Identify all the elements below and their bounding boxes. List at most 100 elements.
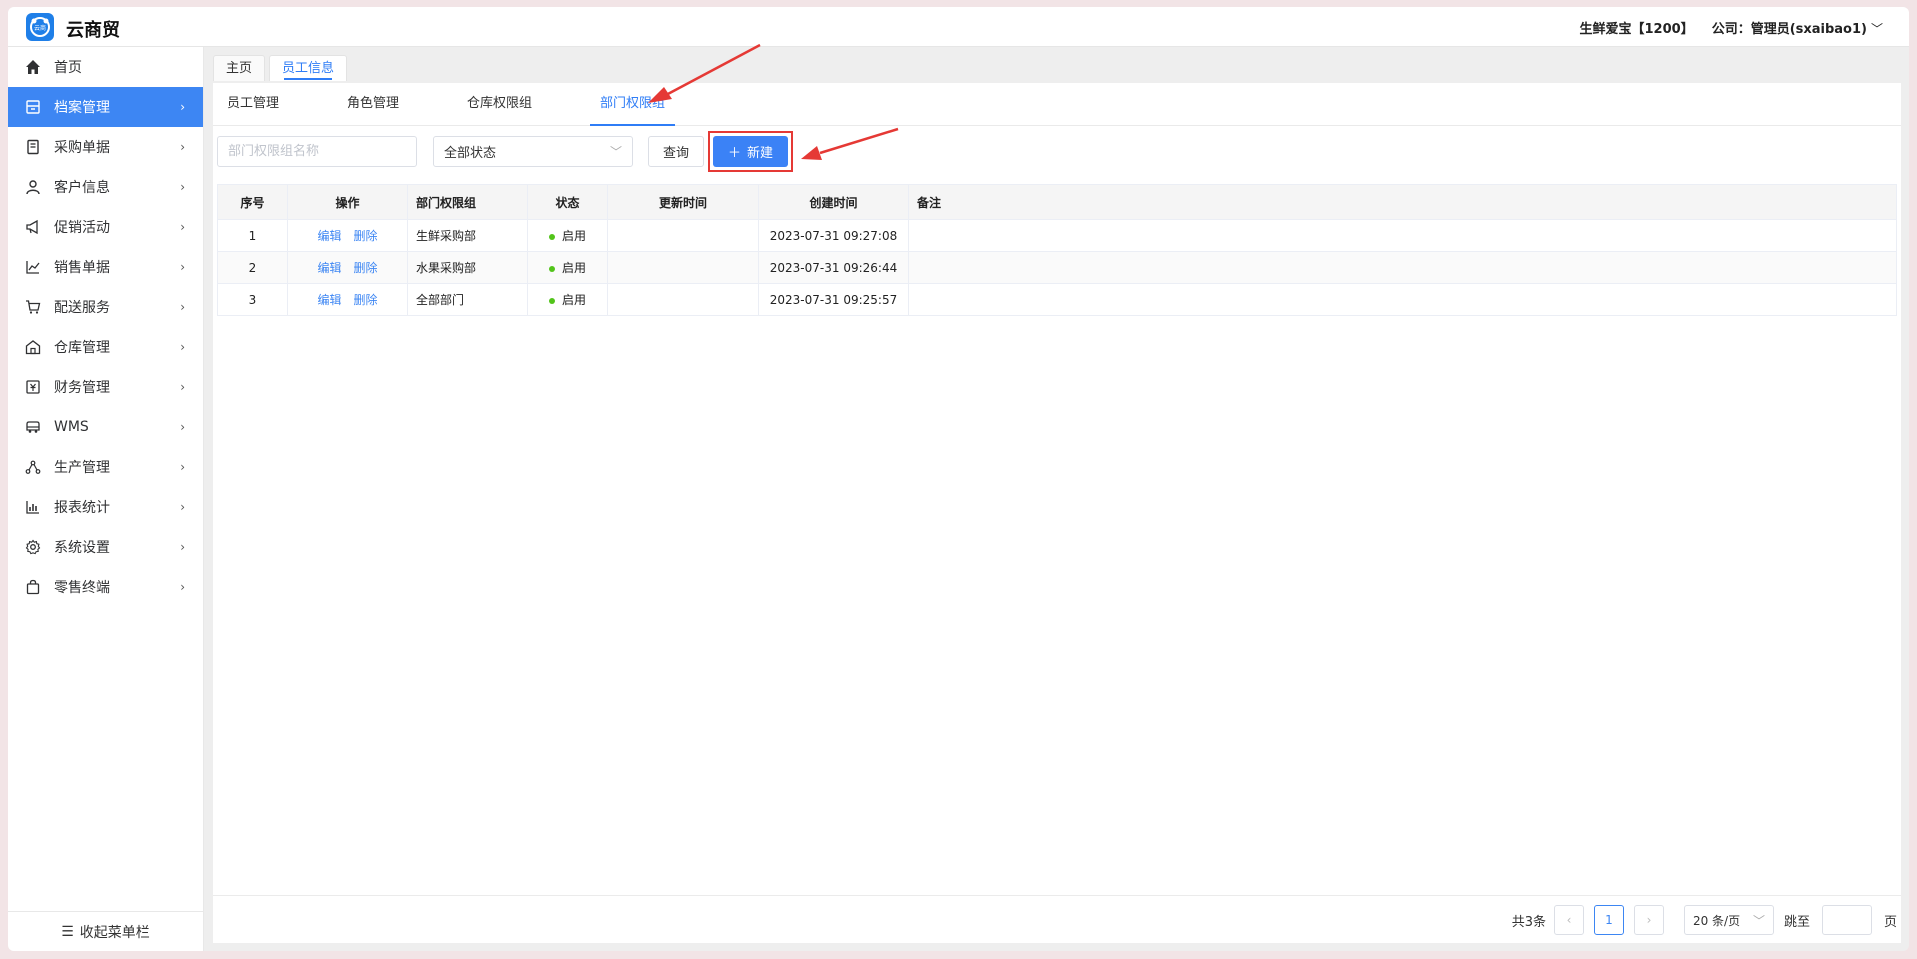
chevron-right-icon: › (180, 180, 185, 194)
collapse-menu-button[interactable]: ☰ 收起菜单栏 (8, 911, 203, 951)
sidebar-item[interactable]: 客户信息 › (8, 167, 203, 207)
chevron-right-icon: › (180, 500, 185, 514)
sidebar-item[interactable]: 仓库管理 › (8, 327, 203, 367)
column-header: 序号 (217, 184, 288, 220)
sidebar-item-label: 配送服务 (54, 300, 110, 316)
next-page-button[interactable]: › (1633, 905, 1664, 935)
company-user-label: 公司：管理员(sxaibao1) (1711, 22, 1867, 37)
note (908, 251, 1897, 284)
status-label: 启用 (561, 293, 586, 307)
row-actions: 编辑 删除 (287, 219, 408, 252)
pagination: 共3条 ‹ 1 › 20 条/页 ﹀ 跳至 页 (1512, 905, 1897, 935)
sidebar-item-label: 生产管理 (54, 460, 110, 476)
sidebar-item-label: 销售单据 (54, 260, 110, 276)
company-user-menu[interactable]: 公司：管理员(sxaibao1) ﹀ (1712, 18, 1883, 37)
sidebar-item[interactable]: 系统设置 › (8, 527, 203, 567)
sidebar-item[interactable]: 报表统计 › (8, 487, 203, 527)
chevron-right-icon: › (180, 220, 185, 234)
sub-tabs: 员工管理 角色管理 仓库权限组 部门权限组 (213, 83, 1901, 126)
chevron-down-icon: ﹀ (1870, 22, 1883, 36)
tab-department-permission-group[interactable]: 部门权限组 (590, 83, 676, 126)
sidebar-item[interactable]: 销售单据 › (8, 247, 203, 287)
megaphone-icon (24, 218, 42, 236)
column-header: 更新时间 (607, 184, 759, 220)
status-dot-icon (548, 233, 555, 240)
filter-bar: 全部状态 ﹀ 查询 ＋ 新建 (217, 130, 794, 172)
sidebar-item-label: 仓库管理 (54, 340, 110, 356)
updated-time (607, 251, 759, 284)
edit-link[interactable]: 编辑 (317, 229, 341, 243)
user-icon (24, 178, 42, 196)
production-icon (24, 458, 42, 476)
edit-link[interactable]: 编辑 (317, 293, 341, 307)
column-header: 部门权限组 (407, 184, 528, 220)
sidebar-menu: 首页 档案管理 › 采购单据 › 客户信息 › 促销活动 › 销售单据 › 配送服务 › 仓库管理 › 财务管… (8, 47, 203, 607)
store-name[interactable]: 生鲜爱宝【1200】 (1580, 18, 1694, 37)
sidebar-item-label: 促销活动 (54, 220, 110, 236)
table-row: 3 编辑 删除 全部部门 启用 2023-07-31 09:25:57 (217, 283, 1897, 316)
table-row: 1 编辑 删除 生鲜采购部 启用 2023-07-31 09:27:08 (217, 219, 1897, 252)
page-number-button[interactable]: 1 (1593, 905, 1624, 935)
sidebar-item[interactable]: 财务管理 › (8, 367, 203, 407)
new-button-highlight: ＋ 新建 (708, 130, 794, 172)
row-number: 1 (217, 219, 288, 252)
page-tabs: 主页 员工信息 (213, 55, 348, 81)
sidebar-item[interactable]: 促销活动 › (8, 207, 203, 247)
status-select[interactable]: 全部状态 ﹀ (433, 135, 633, 167)
table-body: 1 编辑 删除 生鲜采购部 启用 2023-07-31 09:27:08 2 编辑 删除 水果采购… (217, 219, 1897, 316)
home-icon (24, 58, 42, 76)
chevron-right-icon: › (180, 100, 185, 114)
group-name: 全部部门 (407, 283, 528, 316)
delete-link[interactable]: 删除 (354, 293, 378, 307)
group-name: 生鲜采购部 (407, 219, 528, 252)
sidebar-item[interactable]: 配送服务 › (8, 287, 203, 327)
archive-icon (24, 98, 42, 116)
collapse-icon: ☰ (61, 923, 74, 940)
query-button[interactable]: 查询 (648, 135, 705, 167)
delete-link[interactable]: 删除 (354, 229, 378, 243)
jump-page-input[interactable] (1821, 905, 1872, 935)
top-header: 云商 云商贸 生鲜爱宝【1200】 公司：管理员(sxaibao1) ﹀ (8, 7, 1909, 47)
status-dot-icon (548, 297, 555, 304)
group-name: 水果采购部 (407, 251, 528, 284)
sidebar-item[interactable]: 零售终端 › (8, 567, 203, 607)
sidebar: 首页 档案管理 › 采购单据 › 客户信息 › 促销活动 › 销售单据 › 配送服务 › 仓库管理 › 财务管… (8, 47, 204, 951)
new-button[interactable]: ＋ 新建 (713, 135, 789, 167)
chevron-right-icon: › (180, 340, 185, 354)
warehouse-icon (24, 338, 42, 356)
sidebar-item[interactable]: 首页 (8, 47, 203, 87)
tab-role-management[interactable]: 角色管理 (347, 83, 399, 126)
status-cell: 启用 (527, 283, 608, 316)
edit-link[interactable]: 编辑 (317, 261, 341, 275)
row-actions: 编辑 删除 (287, 283, 408, 316)
sidebar-item[interactable]: 采购单据 › (8, 127, 203, 167)
sidebar-item[interactable]: 档案管理 › (8, 87, 203, 127)
column-header: 操作 (287, 184, 408, 220)
note (908, 283, 1897, 316)
updated-time (607, 219, 759, 252)
status-label: 启用 (561, 229, 586, 243)
page-size-value: 20 条/页 (1692, 913, 1741, 928)
page-tab-employee-info[interactable]: 员工信息 (269, 55, 348, 81)
page-size-select[interactable]: 20 条/页 ﹀ (1683, 905, 1774, 935)
column-header: 状态 (527, 184, 608, 220)
bag-icon (24, 578, 42, 596)
sidebar-item-label: 首页 (54, 60, 82, 76)
tab-warehouse-permission-group[interactable]: 仓库权限组 (467, 83, 532, 126)
page-tab-home[interactable]: 主页 (213, 55, 266, 81)
status-label: 启用 (561, 261, 586, 275)
sidebar-item[interactable]: 生产管理 › (8, 447, 203, 487)
purchase-doc-icon (24, 138, 42, 156)
column-header: 创建时间 (758, 184, 909, 220)
group-name-input[interactable] (217, 135, 417, 167)
tab-employee-management[interactable]: 员工管理 (227, 83, 279, 126)
sidebar-item-label: 系统设置 (54, 540, 110, 556)
plus-icon: ＋ (728, 145, 742, 161)
data-table: 序号 操作 部门权限组 状态 更新时间 创建时间 备注 1 编辑 删除 生鲜采购部 启用… (217, 184, 1897, 316)
sidebar-item[interactable]: WMS › (8, 407, 203, 447)
jump-label: 跳至 (1783, 914, 1810, 930)
delete-link[interactable]: 删除 (354, 261, 378, 275)
total-count: 共3条 (1511, 914, 1546, 930)
prev-page-button[interactable]: ‹ (1553, 905, 1584, 935)
created-time: 2023-07-31 09:26:44 (758, 251, 909, 284)
